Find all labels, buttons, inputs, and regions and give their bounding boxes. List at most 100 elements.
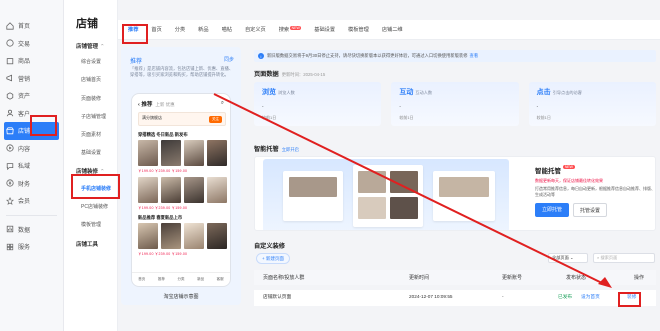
start-hosting-button[interactable]: 立即托管 [535,203,570,217]
hosting-name-text: 智能托管 [535,168,561,175]
smart-hosting-text: 智能托管 NEW 数据更新每天，保证店铺最佳转化效果 打造常用推荐信息，每日自动… [535,165,655,217]
product-thumb [138,177,158,203]
rail-item-marketing[interactable]: 营销 [0,70,63,88]
update-time: 更新时间：2025-04-15 [281,72,326,77]
page-search-input[interactable]: ⌕ 搜索页面 [593,253,655,263]
tab-qrcode[interactable]: 店铺二维 [382,26,403,33]
rail-item-label: 客户 [18,111,31,118]
notice-bar: i 新旧版数据交易将于9月30日停止支持，请尽快切换新版本以获得更好体验，可通过… [254,50,656,62]
smart-hosting-name: 智能托管 NEW [535,165,655,175]
store-submenu: 店铺 店铺管理 ⌃ 综合设置 店铺首页 页面装修 子店铺管理 页面素材 基础设置 … [64,0,118,331]
main-content: i 新旧版数据交易将于9月30日停止支持，请尽快切换新版本以获得更好体验，可通过… [247,44,660,331]
tab-post[interactable]: 喵帖 [222,26,232,33]
thumb-row [138,223,227,249]
menu-item-page-decoration[interactable]: 页面装修 [81,95,101,102]
menu-item-page-material[interactable]: 页面素材 [81,131,101,138]
menu-group-label: 店铺管理 [76,44,99,50]
new-page-button[interactable]: + 新建页面 [256,253,290,264]
highlight-box-mobile-decoration [71,174,120,199]
tab-basic-settings[interactable]: 基础设置 [314,26,335,33]
rail-item-service[interactable]: 服务 [0,238,63,256]
phone-nav-item: 客服 [216,277,224,281]
rail-item-goods[interactable]: 商品 [0,52,63,70]
column-header: 发布状态 [566,275,587,281]
tab-category[interactable]: 分类 [175,26,185,33]
product-thumb [184,177,204,203]
hosting-highlight-text: 数据更新每天，保证店铺最佳转化效果 [535,178,603,183]
rail-item-home[interactable]: 首页 [0,17,63,35]
menu-item-template-management[interactable]: 模板管理 [81,221,101,228]
home-icon [6,21,14,30]
rail-item-label: 数据 [18,227,31,234]
rail-item-label: 店铺 [18,129,31,136]
follow-button: 关注 [209,116,222,123]
data-card-interactions[interactable]: 互动 互动人数 - 较前1日 [391,82,519,126]
product-thumb [161,223,181,249]
tab-label: 搜索 [278,27,290,33]
tab-home[interactable]: 首页 [151,26,161,33]
preview-title: 推荐 [130,59,143,65]
card-compare-label: 较前1日 [262,115,277,120]
section-title-text: 智能托管 [254,146,279,153]
notice-link[interactable]: 查看 [470,53,479,59]
data-cards: 浏览 浏览人数 - 较前1日 互动 互动人数 - 较前1日 点击 引导点击的访客 - … [254,82,656,126]
menu-item-store-home[interactable]: 店铺首页 [81,76,101,83]
rail-item-member[interactable]: 会员 [0,192,63,210]
product-thumb [207,140,227,166]
product-thumb [138,223,158,249]
highlight-box-store-rail [30,115,57,136]
rail-item-private-domain[interactable]: 私域 [0,157,63,175]
set-home-link[interactable]: 设为首页 [581,294,600,300]
rail-item-label: 商品 [18,59,31,66]
rail-item-finance[interactable]: 财务 [0,175,63,193]
smart-hosting-illustration [263,159,509,230]
data-card-views[interactable]: 浏览 浏览人数 - 较前1日 [254,82,382,126]
customer-icon [6,109,14,117]
illustration-photo [358,171,386,193]
phone-nav-item: 新品 [197,277,205,281]
custom-decoration-title: 自定义装修 [254,243,285,250]
menu-group-store-management[interactable]: 店铺管理 ⌃ [76,42,105,50]
card-title: 点击 [536,89,551,96]
rail-item-trade[interactable]: 交易 [0,35,63,53]
column-header: 操作 [634,275,645,281]
rail-item-content[interactable]: 内容 [0,140,63,158]
illustration-photo [439,177,489,197]
tab-custom-page[interactable]: 自定义页 [245,26,266,33]
new-badge: NEW [290,26,302,30]
table-row: 店铺默认页面 2024-12-07 10:09:55 - 已发布 设为首页 装修 [254,290,656,306]
preview-caption: 淘宝店铺示意图 [163,294,199,300]
page-filter-select[interactable]: 全部页面 ⌄ [548,253,588,263]
thumb-row [138,140,227,166]
finance-icon [6,179,14,187]
phone-header: ‹ 推荐 上新 优惠 [138,102,175,108]
rail-item-asset[interactable]: 资产 [0,87,63,105]
data-card-clicks[interactable]: 点击 引导点击的访客 - 较前1日 [528,82,656,126]
menu-group-store-tools[interactable]: 店铺工具 [76,240,98,248]
tab-new[interactable]: 新品 [198,26,208,33]
hosting-actions: 立即托管 托管设置 [535,203,655,217]
sync-button[interactable]: 同步 [224,56,234,63]
card-value: - [262,104,264,109]
chevron-up-icon: ⌃ [100,44,105,50]
rail-item-data[interactable]: 数据 [0,221,63,239]
illustration-photo [390,171,418,193]
hosting-settings-button[interactable]: 托管设置 [573,203,608,217]
card-subtitle: 互动人数 [415,90,433,95]
card-head: 浏览 浏览人数 [262,87,295,97]
content-icon [6,144,14,152]
smart-hosting-link[interactable]: 立即开启 [282,147,299,152]
phone-nav-item: 分类 [177,277,185,281]
menu-item-basic-settings[interactable]: 基础设置 [81,149,101,156]
product-thumb [207,177,227,203]
menu-item-pc-decoration[interactable]: PC店铺装修 [81,203,108,210]
rail-item-label: 资产 [18,94,31,101]
card-subtitle: 引导点击的访客 [552,90,582,95]
menu-item-sub-store[interactable]: 子店铺管理 [81,113,106,120]
tab-search[interactable]: 搜索 NEW [279,26,302,33]
card-value: - [399,104,401,109]
shop-banner: 满分旗舰店 关注 [138,112,226,126]
tab-template[interactable]: 模板管理 [348,26,369,33]
menu-item-general-settings[interactable]: 综合设置 [81,58,101,65]
member-icon [6,196,14,205]
